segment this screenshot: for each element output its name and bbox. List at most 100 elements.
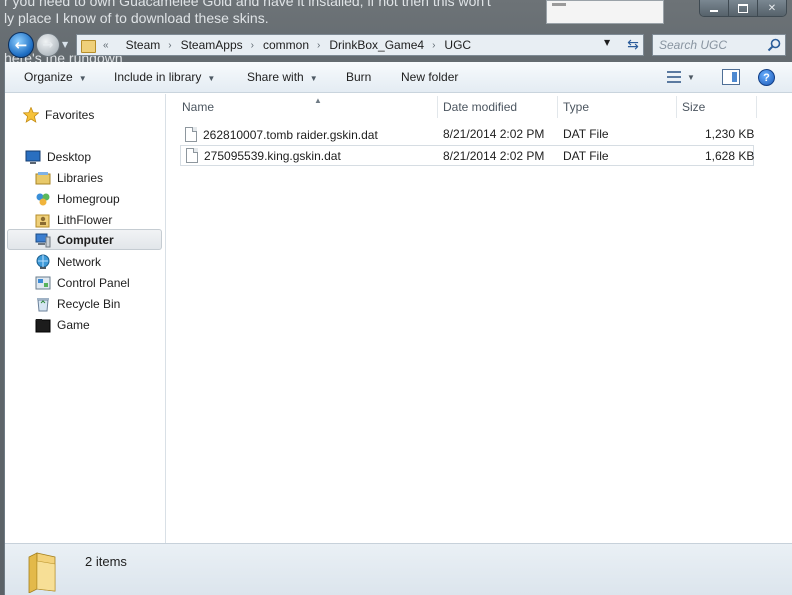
nav-lithflower-label: LithFlower <box>57 212 113 227</box>
homegroup-icon <box>36 193 50 205</box>
forward-button[interactable]: → <box>36 33 60 57</box>
breadcrumb-separator[interactable]: › <box>317 40 320 51</box>
folder-icon <box>81 38 96 53</box>
address-bar[interactable]: « Steam › SteamApps › common › DrinkBox_… <box>76 34 644 56</box>
address-row: ← → ▼ « Steam › SteamApps › common › Dri… <box>0 30 792 60</box>
nav-game-label: Game <box>57 317 90 332</box>
window-caption-buttons: ✕ <box>699 0 787 17</box>
file-row[interactable]: 262810007.tomb raider.gskin.dat 8/21/201… <box>180 124 754 145</box>
nav-game[interactable]: Game <box>35 314 90 335</box>
column-header-date-label: Date modified <box>443 100 518 114</box>
help-button[interactable]: ? <box>758 69 775 86</box>
nav-homegroup[interactable]: Homegroup <box>35 188 120 209</box>
nav-desktop-label: Desktop <box>47 149 92 164</box>
nav-libraries[interactable]: Libraries <box>35 167 103 188</box>
file-date: 8/21/2014 2:02 PM <box>443 127 545 141</box>
file-list: Name ▲ Date modified Type Size 262810007… <box>167 94 792 543</box>
breadcrumb-separator[interactable]: › <box>168 40 171 51</box>
breadcrumb-ugc[interactable]: UGC <box>444 38 471 52</box>
organize-label: Organize <box>24 70 73 84</box>
file-type: DAT File <box>563 149 609 163</box>
column-header-name-label: Name <box>182 100 215 114</box>
breadcrumb-common[interactable]: common <box>263 38 309 52</box>
search-input[interactable] <box>659 38 765 52</box>
file-name: 262810007.tomb raider.gskin.dat <box>203 127 378 142</box>
search-box[interactable] <box>652 34 786 56</box>
nav-lithflower[interactable]: LithFlower <box>35 209 112 230</box>
nav-homegroup-label: Homegroup <box>57 191 120 206</box>
chevron-down-icon: ▼ <box>309 74 318 83</box>
address-history-dropdown[interactable]: ▼ <box>604 39 612 47</box>
burn-button[interactable]: Burn <box>346 70 371 84</box>
explorer-window: Organize ▼ Include in library ▼ Share with… <box>4 62 792 595</box>
background-text-line: r you need to own Guacamelee Gold and ha… <box>4 0 491 9</box>
organize-menu[interactable]: Organize ▼ <box>24 70 87 84</box>
preview-pane-button[interactable] <box>722 69 740 85</box>
back-button[interactable]: ← <box>8 32 34 58</box>
column-header-size[interactable]: Size <box>677 96 757 118</box>
breadcrumb-separator[interactable]: › <box>432 40 435 51</box>
breadcrumb-drinkbox[interactable]: DrinkBox_Game4 <box>329 38 424 52</box>
nav-recycle-bin[interactable]: Recycle Bin <box>35 293 120 314</box>
nav-desktop[interactable]: Desktop <box>25 146 91 167</box>
breadcrumb-overflow[interactable]: « <box>103 40 109 51</box>
nav-network[interactable]: Network <box>35 251 101 272</box>
refresh-button[interactable]: ⇆ <box>622 35 644 55</box>
back-arrow-icon: ← <box>14 36 28 54</box>
background-text-line: ly place I know of to download these ski… <box>4 10 269 26</box>
forward-arrow-icon: → <box>42 37 54 53</box>
search-icon[interactable] <box>767 38 781 52</box>
nav-recycle-bin-label: Recycle Bin <box>57 296 121 311</box>
recent-pages-dropdown[interactable]: ▼ <box>62 40 72 50</box>
column-header-name[interactable]: Name ▲ <box>177 96 438 118</box>
details-view-icon <box>667 71 681 83</box>
breadcrumb-separator[interactable]: › <box>251 40 254 51</box>
breadcrumb-steamapps[interactable]: SteamApps <box>181 38 243 52</box>
include-in-library-menu[interactable]: Include in library ▼ <box>114 70 215 84</box>
maximize-button[interactable] <box>729 0 758 16</box>
file-type: DAT File <box>563 127 609 141</box>
change-view-button[interactable]: ▼ <box>667 69 701 85</box>
navigation-pane: Favorites Desktop Libraries Homegroup Li… <box>5 94 166 543</box>
nav-libraries-label: Libraries <box>57 170 104 185</box>
minimize-button[interactable] <box>700 0 729 16</box>
file-size: 1,230 KB <box>705 127 755 141</box>
column-header-size-label: Size <box>682 100 706 114</box>
nav-computer[interactable]: Computer <box>7 229 162 250</box>
control-panel-icon <box>35 276 51 289</box>
nav-computer-label: Computer <box>57 232 114 247</box>
close-button[interactable]: ✕ <box>758 0 786 16</box>
column-header-type[interactable]: Type <box>558 96 677 118</box>
nav-control-panel-label: Control Panel <box>57 275 130 290</box>
chevron-down-icon: ▼ <box>687 72 695 82</box>
network-icon <box>36 254 50 269</box>
column-header-type-label: Type <box>563 100 590 114</box>
computer-icon <box>35 233 51 247</box>
nav-favorites[interactable]: Favorites <box>23 104 94 125</box>
nav-network-label: Network <box>57 254 102 269</box>
include-in-library-label: Include in library <box>114 70 202 84</box>
nav-favorites-label: Favorites <box>45 107 95 122</box>
game-folder-icon <box>35 318 51 332</box>
file-date: 8/21/2014 2:02 PM <box>443 149 545 163</box>
libraries-icon <box>35 171 51 184</box>
new-folder-button[interactable]: New folder <box>401 70 458 84</box>
chevron-down-icon: ▼ <box>78 74 87 83</box>
column-header-date[interactable]: Date modified <box>438 96 558 118</box>
folder-icon <box>28 552 56 593</box>
breadcrumb-steam[interactable]: Steam <box>126 38 161 52</box>
recycle-bin-icon <box>37 297 49 311</box>
item-count: 2 items <box>85 554 127 569</box>
user-folder-icon <box>35 214 50 227</box>
refresh-icon: ⇆ <box>627 37 639 53</box>
chevron-down-icon: ▼ <box>207 74 216 83</box>
file-row[interactable]: 275095539.king.gskin.dat 8/21/2014 2:02 … <box>180 145 754 166</box>
share-with-menu[interactable]: Share with ▼ <box>247 70 318 84</box>
star-icon <box>23 106 39 123</box>
details-pane: 2 items <box>5 543 792 595</box>
nav-control-panel[interactable]: Control Panel <box>35 272 130 293</box>
share-with-label: Share with <box>247 70 304 84</box>
sort-ascending-icon: ▲ <box>314 96 322 105</box>
file-size: 1,628 KB <box>705 149 755 163</box>
file-icon <box>186 148 198 163</box>
